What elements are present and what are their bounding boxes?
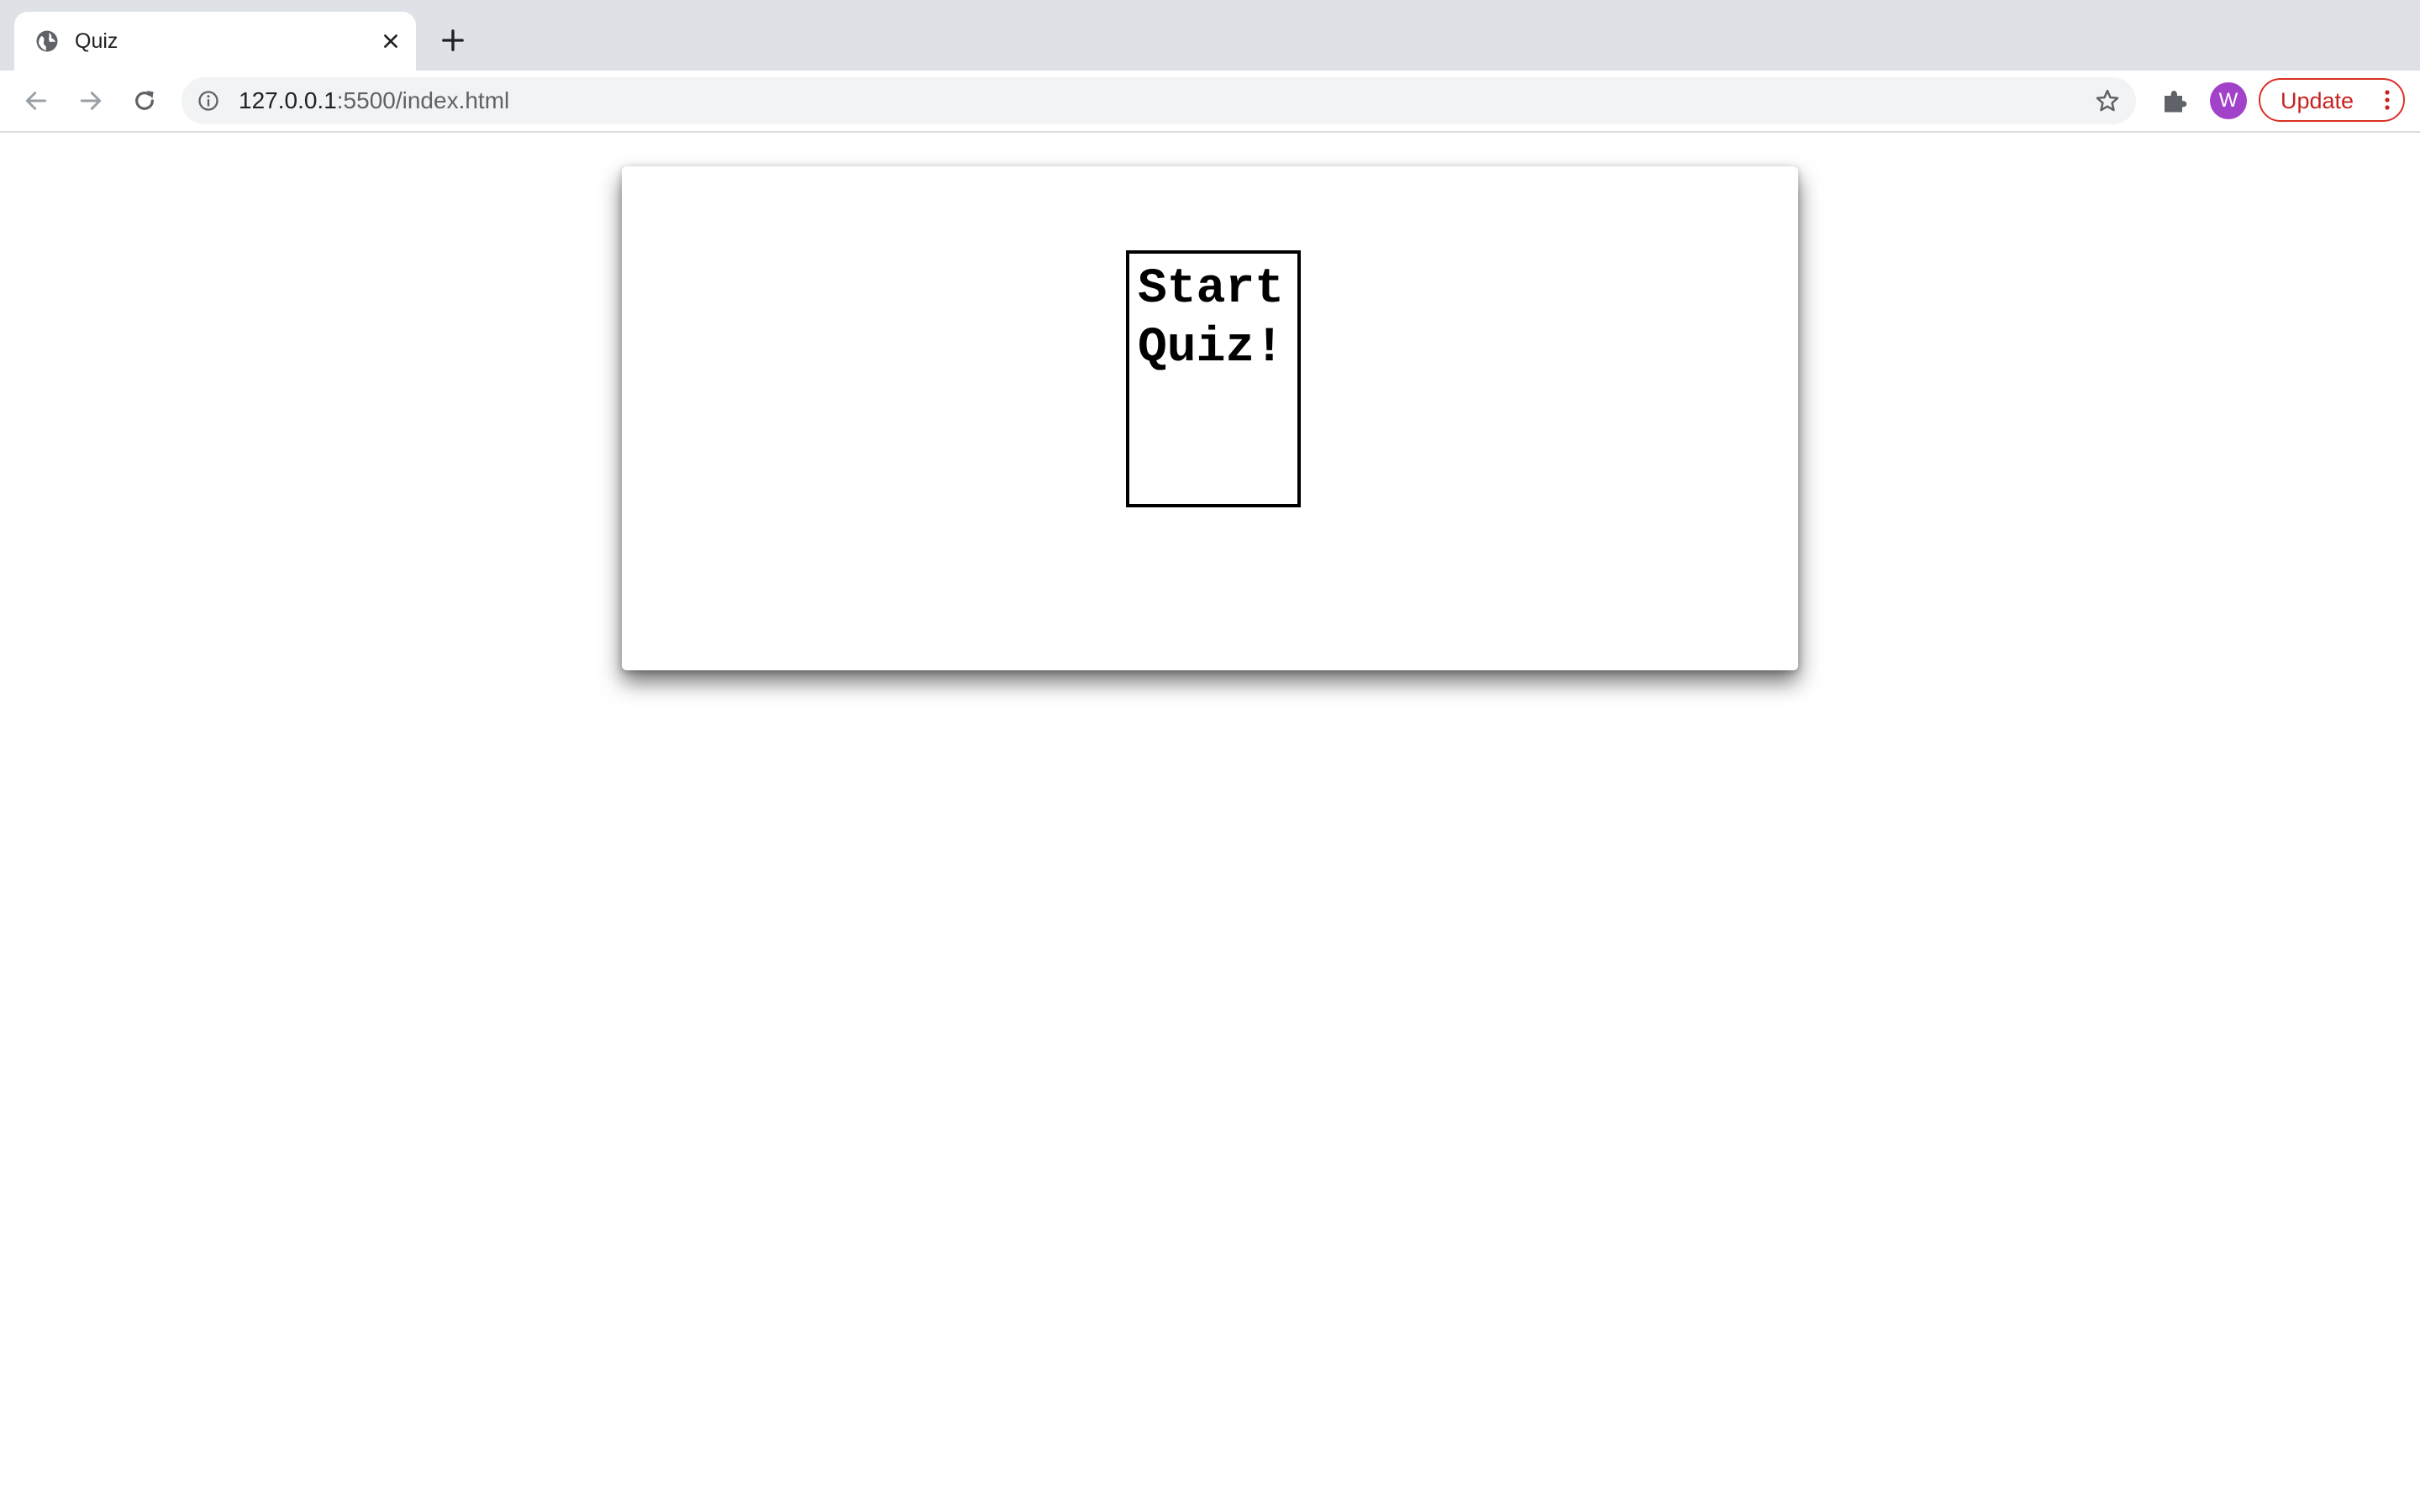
kebab-menu-icon[interactable] — [2383, 88, 2391, 112]
url-host: 127.0.0.1 — [239, 87, 337, 113]
start-quiz-label: Start Quiz! — [1138, 262, 1285, 375]
url-text: 127.0.0.1:5500/index.html — [239, 87, 509, 114]
star-icon[interactable] — [2094, 87, 2121, 114]
tab-title: Quiz — [75, 29, 118, 53]
start-quiz-button[interactable]: Start Quiz! — [1126, 250, 1301, 507]
close-icon[interactable] — [377, 28, 404, 55]
forward-arrow-icon[interactable] — [76, 86, 106, 116]
update-label: Update — [2281, 88, 2354, 113]
tab-quiz[interactable]: Quiz — [14, 12, 416, 71]
url-path: :5500/index.html — [336, 87, 510, 113]
quiz-card: Start Quiz! — [622, 166, 1798, 670]
puzzle-icon[interactable] — [2160, 86, 2190, 116]
browser-toolbar: 127.0.0.1:5500/index.html W Update — [0, 71, 2420, 133]
avatar-initial: W — [2218, 89, 2238, 112]
tab-strip: Quiz — [0, 0, 2420, 71]
avatar[interactable]: W — [2210, 82, 2247, 119]
plus-icon[interactable] — [437, 24, 469, 56]
globe-icon — [34, 29, 60, 54]
reload-icon[interactable] — [129, 86, 160, 116]
back-arrow-icon[interactable] — [21, 86, 51, 116]
update-button[interactable]: Update — [2259, 78, 2405, 122]
info-icon[interactable] — [197, 89, 220, 113]
address-bar[interactable]: 127.0.0.1:5500/index.html — [182, 77, 2136, 124]
